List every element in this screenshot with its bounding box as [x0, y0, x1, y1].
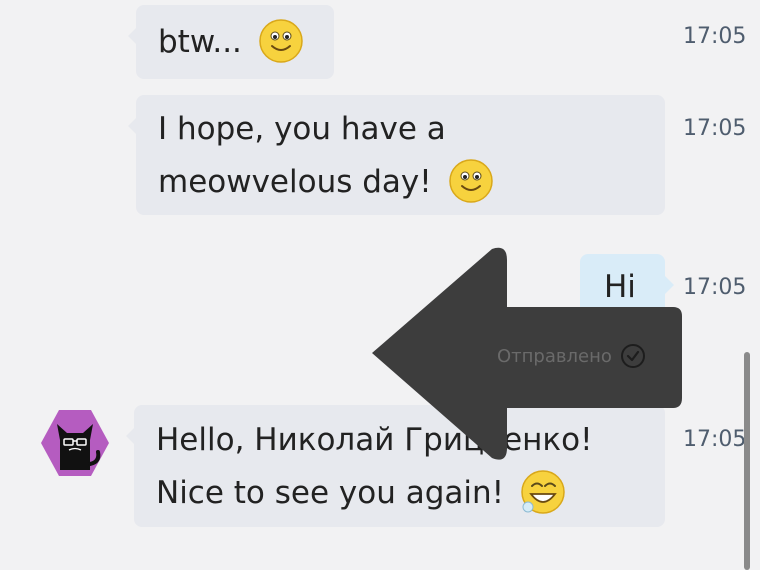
message-text: meowvelous day! — [158, 164, 432, 200]
message-bubble-hope[interactable]: I hope, you have a meowvelous day! — [128, 95, 665, 215]
scrollbar[interactable] — [744, 352, 750, 570]
message-text: btw... — [158, 24, 242, 60]
message-bubble-btw[interactable]: btw... — [128, 5, 334, 79]
message-time: 17:05 — [683, 275, 747, 300]
message-text-line1: I hope, you have a — [158, 111, 446, 147]
cat-bot-avatar[interactable] — [38, 406, 112, 480]
message-bubble-hello[interactable]: Hello, Николай Грицаенко! Nice to see yo… — [126, 405, 665, 527]
smile-emoji-icon — [448, 158, 493, 203]
status-label: Отправлено — [497, 345, 612, 367]
message-time: 17:05 — [683, 427, 747, 452]
message-text-line2: Nice to see you again! — [156, 467, 643, 520]
message-text-line2: meowvelous day! — [158, 156, 643, 209]
message-text: Hi — [604, 269, 636, 305]
chat-conversation: btw... 17:05 I hope, you have a meowvelo… — [0, 0, 760, 570]
message-status: Отправлено — [497, 343, 646, 369]
message-time: 17:05 — [683, 24, 747, 49]
message-bubble-hi[interactable]: Hi — [580, 254, 674, 322]
sent-check-icon — [620, 344, 645, 368]
message-text: Nice to see you again! — [156, 475, 505, 511]
message-text-line1: Hello, Николай Грицаенко! — [156, 422, 593, 458]
grin-emoji-icon — [521, 469, 565, 514]
smile-emoji-icon — [259, 18, 303, 63]
message-time: 17:05 — [683, 116, 747, 141]
